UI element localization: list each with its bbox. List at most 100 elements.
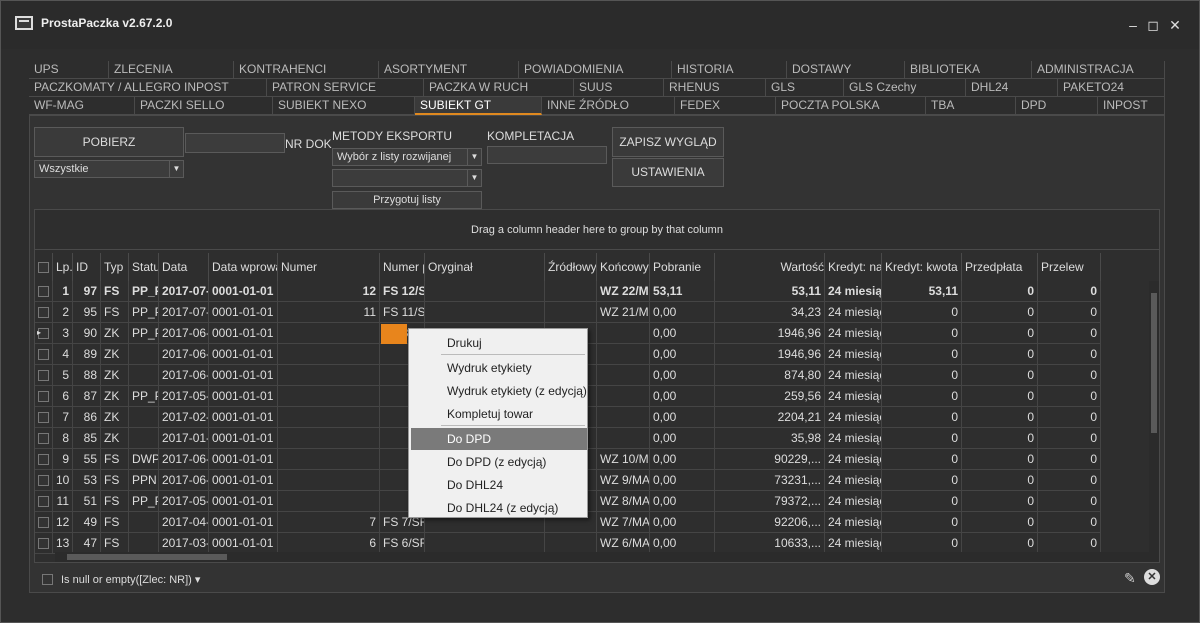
cell-pob[interactable]: 0,00 <box>650 386 715 407</box>
column-header-nr[interactable]: Numer <box>278 253 380 281</box>
row-checkbox[interactable] <box>38 496 49 508</box>
cell-pp[interactable]: 0 <box>962 428 1038 449</box>
cell-nr[interactable]: 7 <box>278 512 380 533</box>
table-row[interactable]: 786ZK 2017-02-060001-01-01 0,002204,2124 m… <box>35 407 1153 428</box>
cell-pr[interactable]: 0 <box>1038 281 1101 302</box>
tab-suus[interactable]: SUUS <box>574 79 664 97</box>
column-header-dw[interactable]: Data wprowadzenia <box>209 253 278 281</box>
column-header-id[interactable]: ID <box>73 253 101 281</box>
tab-paczki-sello[interactable]: PACZKI SELLO <box>135 97 273 115</box>
row-checkbox[interactable] <box>38 370 49 382</box>
zapisz-wyglad-button[interactable]: ZAPISZ WYGLĄD <box>612 127 724 157</box>
cell-pob[interactable]: 0,00 <box>650 365 715 386</box>
cell-pr[interactable]: 0 <box>1038 512 1101 533</box>
tab-subiekt-gt[interactable]: SUBIEKT GT <box>415 97 542 115</box>
horizontal-scrollbar[interactable] <box>55 552 1151 562</box>
tab-biblioteka[interactable]: BIBLIOTEKA <box>905 61 1032 79</box>
cell-typ[interactable]: ZK <box>101 323 129 344</box>
column-header-pp[interactable]: Przedpłata <box>962 253 1038 281</box>
cell-pob[interactable]: 0,00 <box>650 512 715 533</box>
cell-np[interactable]: FS 11/SF/MAG/2017 <box>380 302 425 323</box>
cell-id[interactable]: 51 <box>73 491 101 512</box>
tab-powiadomienia[interactable]: POWIADOMIENIA <box>519 61 672 79</box>
tab-zlecenia[interactable]: ZLECENIA <box>109 61 234 79</box>
tab-administracja[interactable]: ADMINISTRACJA <box>1032 61 1165 79</box>
cell-kn[interactable]: 24 miesiące <box>825 491 882 512</box>
table-row[interactable]: 197FSPP_P...2017-07-...0001-01-0112FS 12… <box>35 281 1153 302</box>
cell-status[interactable]: PP_P... <box>129 386 159 407</box>
cell-status[interactable] <box>129 512 159 533</box>
cell-data[interactable]: 2017-06-06 <box>159 344 209 365</box>
cell-pr[interactable]: 0 <box>1038 344 1101 365</box>
cell-kk[interactable]: 0 <box>882 344 962 365</box>
cell-data[interactable]: 2017-03-10 <box>159 533 209 554</box>
cell-kn[interactable]: 24 miesiące <box>825 407 882 428</box>
cell-pp[interactable]: 0 <box>962 281 1038 302</box>
cell-typ[interactable]: FS <box>101 512 129 533</box>
column-header-kn[interactable]: Kredyt: nazwa <box>825 253 882 281</box>
tab-patron-service[interactable]: PATRON SERVICE <box>267 79 424 97</box>
horizontal-scroll-thumb[interactable] <box>67 554 227 560</box>
cell-typ[interactable]: ZK <box>101 386 129 407</box>
row-checkbox[interactable] <box>38 475 49 487</box>
cell-id[interactable]: 49 <box>73 512 101 533</box>
cell-dw[interactable]: 0001-01-01 <box>209 428 278 449</box>
menu-item-kompletuj-towar[interactable]: Kompletuj towar <box>411 403 587 425</box>
cell-pp[interactable]: 0 <box>962 407 1038 428</box>
cell-dw[interactable]: 0001-01-01 <box>209 533 278 554</box>
cell-status[interactable]: PP_PLP <box>129 491 159 512</box>
cell-data[interactable]: 2017-06-09 <box>159 365 209 386</box>
row-checkbox[interactable] <box>38 286 49 298</box>
cell-pob[interactable]: 53,11 <box>650 281 715 302</box>
cell-pr[interactable]: 0 <box>1038 491 1101 512</box>
cell-lp[interactable]: 4 <box>53 344 73 365</box>
column-header-zr[interactable]: Źródłowy <box>545 253 597 281</box>
cell-data[interactable]: 2017-07-... <box>159 281 209 302</box>
cell-lp[interactable]: 12 <box>53 512 73 533</box>
menu-item-do-dhl24-z-edycj[interactable]: Do DHL24 (z edycją) <box>411 497 587 519</box>
row-selector[interactable]: ▸ <box>35 323 53 344</box>
cell-status[interactable] <box>129 428 159 449</box>
cell-pr[interactable]: 0 <box>1038 533 1101 554</box>
cell-nr[interactable] <box>278 344 380 365</box>
cell-pp[interactable]: 0 <box>962 470 1038 491</box>
cell-war[interactable]: 10633,... <box>715 533 825 554</box>
cell-war[interactable]: 2204,21 <box>715 407 825 428</box>
cell-typ[interactable]: FS <box>101 449 129 470</box>
row-selector[interactable] <box>35 281 53 302</box>
cell-kn[interactable]: 24 miesiące <box>825 281 882 302</box>
cell-data[interactable]: 2017-04-10 <box>159 512 209 533</box>
cell-war[interactable]: 53,11 <box>715 281 825 302</box>
tab-gls[interactable]: GLS <box>766 79 844 97</box>
cell-dw[interactable]: 0001-01-01 <box>209 365 278 386</box>
cell-war[interactable]: 874,80 <box>715 365 825 386</box>
cell-status[interactable] <box>129 365 159 386</box>
cell-pp[interactable]: 0 <box>962 302 1038 323</box>
cell-status[interactable] <box>129 344 159 365</box>
cell-id[interactable]: 85 <box>73 428 101 449</box>
vertical-scroll-thumb[interactable] <box>1151 293 1157 433</box>
tab-poczta-polska[interactable]: POCZTA POLSKA <box>776 97 926 115</box>
cell-kk[interactable]: 0 <box>882 449 962 470</box>
tab-inne-źródło[interactable]: INNE ŹRÓDŁO <box>542 97 675 115</box>
cell-pp[interactable]: 0 <box>962 449 1038 470</box>
row-selector[interactable] <box>35 449 53 470</box>
przygotuj-listy-button[interactable]: Przygotuj listy <box>332 191 482 209</box>
cell-or[interactable] <box>425 533 545 554</box>
cell-pr[interactable]: 0 <box>1038 407 1101 428</box>
cell-typ[interactable]: ZK <box>101 365 129 386</box>
cell-lp[interactable]: 3 <box>53 323 73 344</box>
cell-pob[interactable]: 0,00 <box>650 344 715 365</box>
cell-typ[interactable]: ZK <box>101 407 129 428</box>
cell-kk[interactable]: 0 <box>882 407 962 428</box>
cell-dw[interactable]: 0001-01-01 <box>209 449 278 470</box>
cell-nr[interactable] <box>278 428 380 449</box>
row-selector[interactable] <box>35 344 53 365</box>
tab-dostawy[interactable]: DOSTAWY <box>787 61 905 79</box>
row-checkbox[interactable] <box>38 412 49 424</box>
cell-pob[interactable]: 0,00 <box>650 407 715 428</box>
tab-asortyment[interactable]: ASORTYMENT <box>379 61 519 79</box>
cell-lp[interactable]: 8 <box>53 428 73 449</box>
tab-paczka-w-ruch[interactable]: PACZKA W RUCH <box>424 79 574 97</box>
filter-enable-checkbox[interactable] <box>42 574 53 585</box>
